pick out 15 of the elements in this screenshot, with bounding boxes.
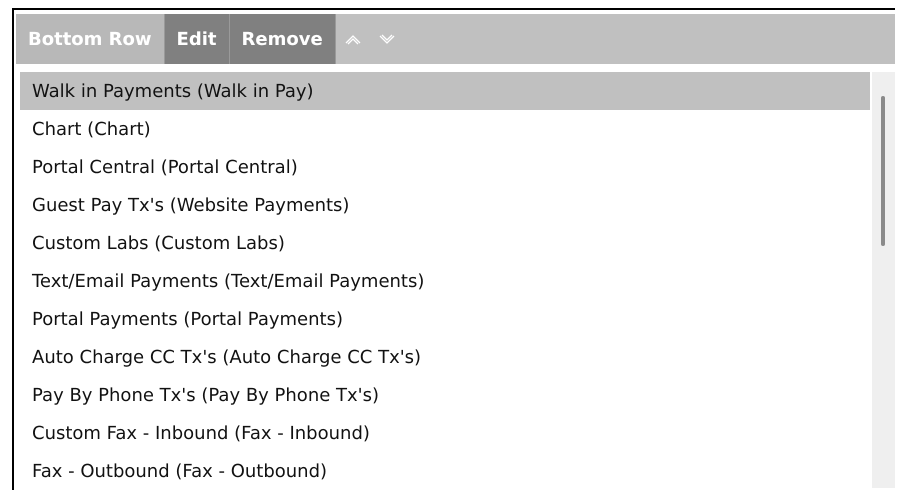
list-item[interactable]: Guest Pay Tx's (Website Payments) [20,186,870,224]
list-item[interactable]: Custom Labs (Custom Labs) [20,224,870,262]
list-item[interactable]: Chart (Chart) [20,110,870,148]
list-item[interactable]: Auto Charge CC Tx's (Auto Charge CC Tx's) [20,338,870,376]
list-item[interactable]: Walk in Payments (Walk in Pay) [20,72,870,110]
list-item[interactable]: Text/Email Payments (Text/Email Payments) [20,262,870,300]
edit-button[interactable]: Edit [164,14,230,64]
list-item[interactable]: Portal Central (Portal Central) [20,148,870,186]
list-item[interactable]: Portal Payments (Portal Payments) [20,300,870,338]
scrollbar-thumb[interactable] [881,96,885,246]
list-item[interactable]: Fax - Outbound (Fax - Outbound) [20,452,870,490]
remove-button[interactable]: Remove [230,14,336,64]
scrollbar[interactable] [872,72,895,488]
list-item[interactable]: Custom Fax - Inbound (Fax - Inbound) [20,414,870,452]
list-item[interactable]: Pay By Phone Tx's (Pay By Phone Tx's) [20,376,870,414]
